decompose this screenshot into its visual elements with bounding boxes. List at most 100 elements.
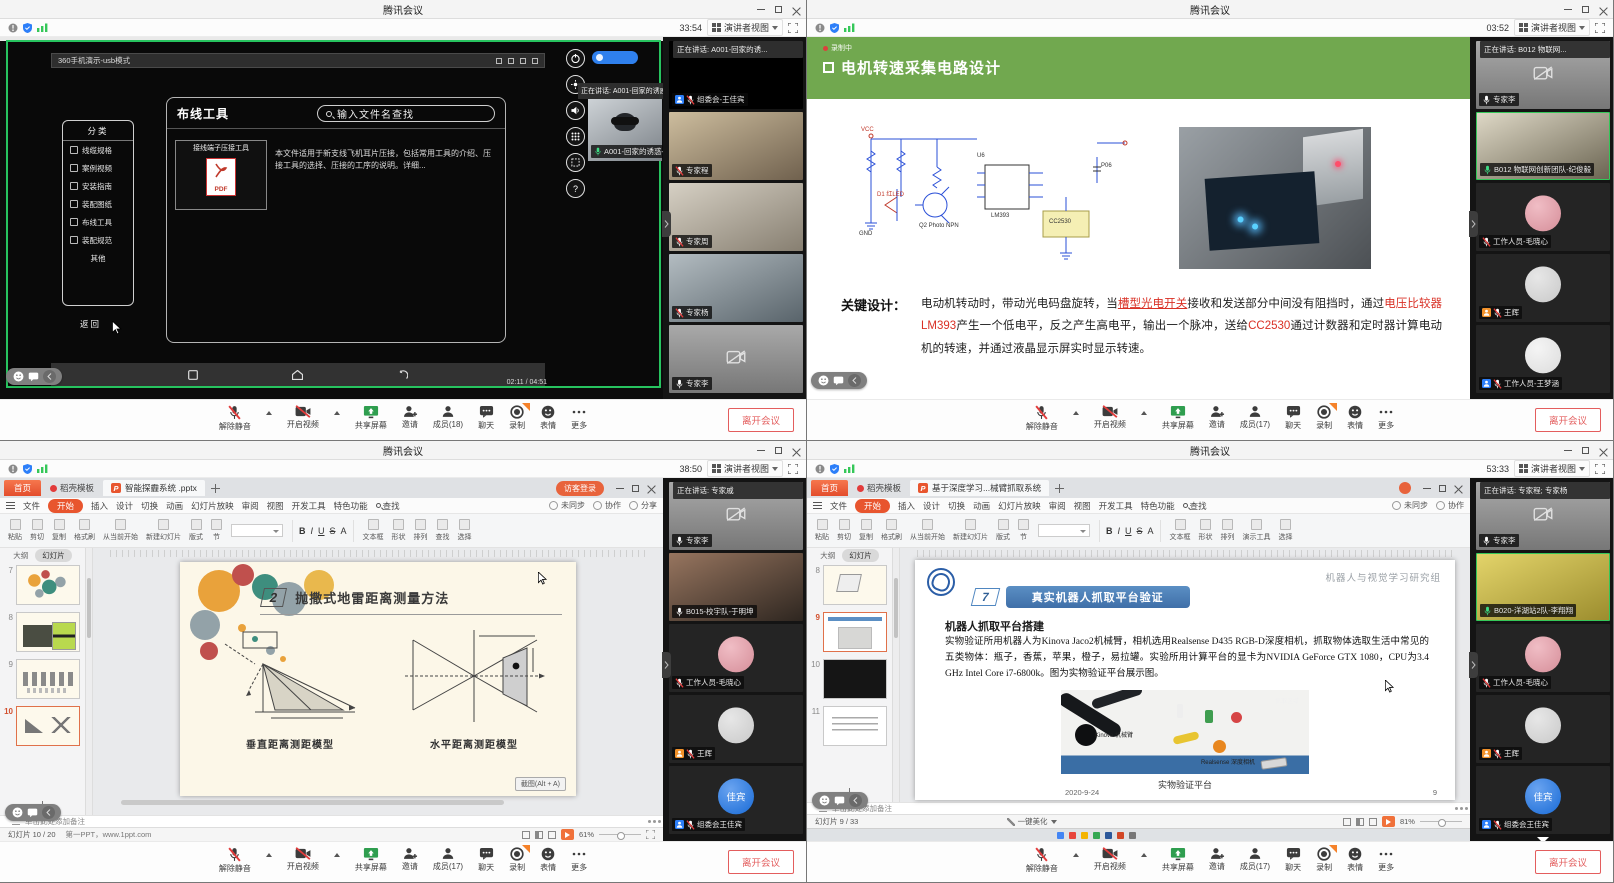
menu-item-视图[interactable]: 视图 [1074,499,1091,513]
participant-tile[interactable]: 佳宾组委会王佳宾 [669,766,803,834]
participant-tile[interactable]: 专家程 [669,112,803,180]
fullscreen-icon[interactable] [1595,23,1605,33]
share-screen-button[interactable]: 共享屏幕 [355,405,387,431]
slide-thumbnail[interactable]: 8 [2,612,80,652]
participant-tile[interactable]: 王辉 [669,695,803,763]
more-button[interactable]: 更多 [571,847,587,873]
floating-circle-toolbar[interactable]: ? [566,49,585,198]
slide-thumbnail[interactable]: 8 [809,565,887,605]
format-button-S[interactable]: S [330,526,336,536]
emoji-button[interactable]: 表情 [1347,847,1363,873]
tab-home[interactable]: 首页 [4,480,41,496]
menu-item-设计[interactable]: 设计 [923,499,940,513]
tab-slides[interactable]: 幻灯片 [842,549,879,562]
participant-tile[interactable]: B020-洋湖站2队-李翔翔 [1476,553,1610,621]
ribbon-item-复制[interactable]: 复制 [52,519,66,542]
slideshow-play-button[interactable] [561,829,574,840]
slide-thumbnail[interactable]: 7 [2,565,80,605]
more-button[interactable]: 更多 [571,405,587,431]
horizontal-scrollbar[interactable] [104,799,651,806]
ribbon-item-形状[interactable]: 形状 [1199,519,1213,542]
emoji-button[interactable]: 表情 [1347,405,1363,431]
vertical-scrollbar[interactable] [893,548,900,802]
panel-collapse-handle[interactable] [1469,211,1478,237]
leave-meeting-button[interactable]: 离开会议 [1535,850,1601,874]
menu-item-查找[interactable]: 查找 [376,499,400,513]
sidebar-item-其他[interactable]: 其他 [63,249,133,267]
chat-button[interactable]: 聊天 [478,405,494,431]
reaction-pill[interactable] [6,368,62,385]
leave-meeting-button[interactable]: 离开会议 [1535,408,1601,432]
font-select[interactable] [1038,524,1090,537]
leave-meeting-button[interactable]: 离开会议 [728,408,794,432]
menu-item-审阅[interactable]: 审阅 [1049,499,1066,513]
emoji-button[interactable]: 表情 [540,847,556,873]
ribbon-item-格式刷[interactable]: 格式刷 [74,519,95,542]
participant-tile[interactable]: 王辉 [1476,695,1610,763]
reaction-pill[interactable] [5,804,61,821]
ribbon-item-形状[interactable]: 形状 [392,519,406,542]
ribbon-item-粘贴[interactable]: 粘贴 [815,519,829,542]
record-button[interactable]: 录制 [509,847,525,873]
participant-tile[interactable]: 工作人员-毛晓心 [1476,624,1610,692]
sidebar-item-安装指南[interactable]: 安装指南 [63,177,133,195]
share-screen-button[interactable]: 共享屏幕 [1162,405,1194,431]
slide-thumbnail[interactable]: 10 [809,659,887,699]
emoji-button[interactable]: 表情 [540,405,556,431]
ribbon-item-文本框[interactable]: 文本框 [363,519,384,542]
members-button[interactable]: 成员(17) [433,847,463,872]
ribbon-item-版式[interactable]: 版式 [189,519,203,542]
participant-tile[interactable]: 佳宾组委会王佳宾 [1476,766,1610,834]
menu-item-未同步[interactable]: 未同步 [1392,500,1428,511]
notes-bar[interactable]: 单击此处添加备注 [0,815,663,827]
mute-button[interactable]: 解除静音 [219,847,251,874]
view-sorter-icon[interactable] [535,831,543,839]
participant-tile[interactable]: 工作人员-毛晓心 [1476,183,1610,251]
record-button[interactable]: 录制 [509,405,525,431]
menu-item-动画[interactable]: 动画 [166,499,183,513]
new-tab-icon[interactable] [1055,484,1064,493]
caret-up-icon[interactable] [334,411,340,415]
tab-home[interactable]: 首页 [811,480,848,496]
menu-item-特色功能[interactable]: 特色功能 [334,499,368,513]
format-button-U[interactable]: U [318,526,325,536]
format-button-B[interactable]: B [299,526,306,536]
menu-item-视图[interactable]: 视图 [267,499,284,513]
camera-button[interactable]: 开启视频 [287,847,319,872]
view-normal-icon[interactable] [522,831,530,839]
menu-item-设计[interactable]: 设计 [116,499,133,513]
chat-button[interactable]: 聊天 [1285,405,1301,431]
share-screen-button[interactable]: 共享屏幕 [355,847,387,873]
panel-collapse-handle[interactable] [662,211,671,237]
sidebar-item-布线工具[interactable]: 布线工具 [63,213,133,231]
ribbon-item-复制[interactable]: 复制 [859,519,873,542]
slideshow-play-button[interactable] [1382,816,1395,827]
view-sorter-icon[interactable] [1356,818,1364,826]
inner-window-controls[interactable] [496,58,538,64]
ribbon-item-新建幻灯片[interactable]: 新建幻灯片 [146,519,181,542]
tab-outline[interactable]: 大纲 [820,550,835,561]
fullscreen-icon[interactable] [788,23,798,33]
caret-up-icon[interactable] [1073,411,1079,415]
caret-up-icon[interactable] [266,853,272,857]
participant-tile[interactable]: 专家李 [669,325,803,393]
ribbon-item-剪切[interactable]: 剪切 [30,519,44,542]
zoom-slider[interactable] [599,834,641,835]
format-button-A[interactable]: A [341,526,347,536]
slide-thumbnail[interactable]: 9 [809,612,887,652]
menu-item-分享[interactable]: 分享 [629,500,657,511]
fullscreen-icon[interactable] [1595,464,1605,474]
sidebar-item-案例视频[interactable]: 案例视频 [63,159,133,177]
ribbon-item-从当前开始[interactable]: 从当前开始 [103,519,138,542]
pdf-file-card[interactable]: 接线端子压接工具 PDF [175,140,267,210]
participant-tile[interactable]: B012 物联网创新团队-纪俊毅 [1476,112,1610,180]
notes-bar[interactable]: 单击此处添加备注 [807,802,1470,814]
mute-button[interactable]: 解除静音 [1026,847,1058,874]
window-controls[interactable] [757,441,800,460]
caret-up-icon[interactable] [1141,411,1147,415]
slide-thumbnail[interactable]: 9 [2,659,80,699]
view-read-icon[interactable] [548,831,556,839]
members-button[interactable]: 成员(18) [433,405,463,430]
ribbon-item-查找[interactable]: 查找 [436,519,450,542]
caret-up-icon[interactable] [1073,853,1079,857]
